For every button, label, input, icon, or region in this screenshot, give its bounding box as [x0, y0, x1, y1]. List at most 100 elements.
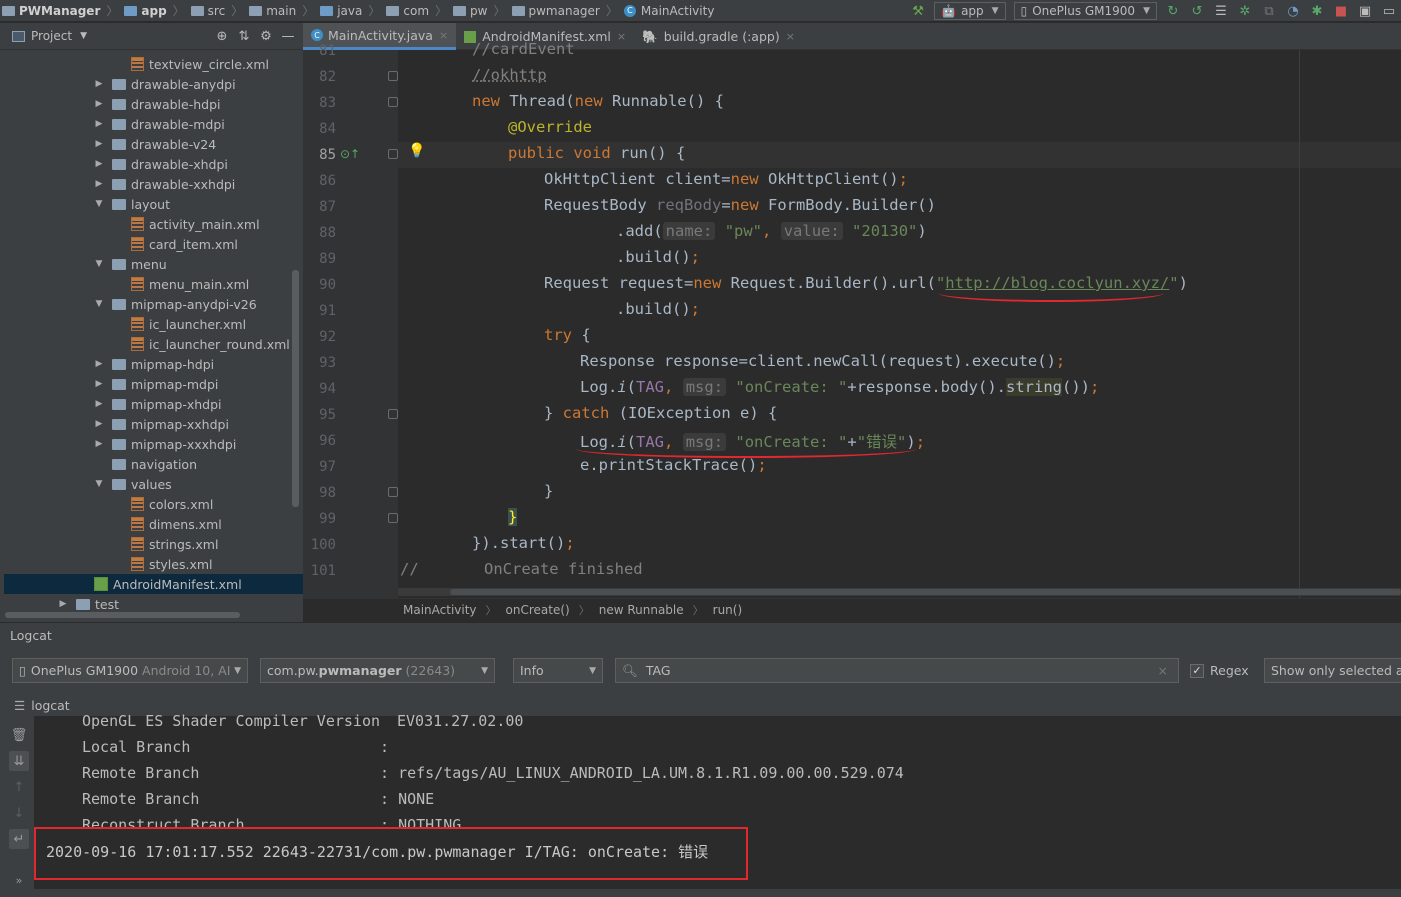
- crumb-com[interactable]: com 〉: [384, 2, 451, 19]
- tree-file-item[interactable]: strings.xml: [4, 534, 303, 554]
- chevron-right-icon[interactable]: ▶: [94, 119, 104, 129]
- tree-file-item[interactable]: dimens.xml: [4, 514, 303, 534]
- tree-folder-item[interactable]: ▶ drawable-anydpi: [4, 74, 303, 94]
- chevron-right-icon[interactable]: ▶: [94, 419, 104, 429]
- device-dropdown[interactable]: ▯ OnePlus GM1900 Android 10, AI ▼: [12, 658, 248, 683]
- chevron-right-icon[interactable]: ▶: [94, 379, 104, 389]
- arrow-up-icon[interactable]: ↑: [9, 777, 29, 797]
- tree-vertical-scrollbar[interactable]: [292, 270, 299, 507]
- debug-icon[interactable]: ✲: [1235, 2, 1255, 20]
- chevron-right-icon[interactable]: ▶: [94, 99, 104, 109]
- close-icon[interactable]: ×: [617, 30, 626, 43]
- crumb-src[interactable]: src 〉: [189, 2, 248, 19]
- show-only-selected-dropdown[interactable]: Show only selected ap: [1264, 658, 1401, 683]
- tree-file-item[interactable]: colors.xml: [4, 494, 303, 514]
- crumb-class[interactable]: C MainActivity: [622, 4, 719, 18]
- hide-icon[interactable]: —: [277, 29, 299, 44]
- tree-file-item[interactable]: ic_launcher_round.xml: [4, 334, 303, 354]
- tab-build-gradle[interactable]: 🐘 build.gradle (:app) ×: [634, 23, 803, 50]
- close-icon[interactable]: ×: [439, 29, 448, 42]
- tree-folder-item[interactable]: ▶ mipmap-xxxhdpi: [4, 434, 303, 454]
- close-icon[interactable]: ×: [786, 30, 795, 43]
- tree-folder-item[interactable]: ▶ drawable-xxhdpi: [4, 174, 303, 194]
- rerun-icon[interactable]: ✱: [1307, 2, 1327, 20]
- chevron-right-icon[interactable]: ▶: [94, 359, 104, 369]
- tree-file-item[interactable]: activity_main.xml: [4, 214, 303, 234]
- tree-folder-item[interactable]: ▶ test: [4, 594, 303, 614]
- more-icon[interactable]: »: [9, 870, 29, 890]
- tree-folder-item[interactable]: ▶ drawable-v24: [4, 134, 303, 154]
- tree-folder-item[interactable]: ▶ mipmap-hdpi: [4, 354, 303, 374]
- crumb-project[interactable]: PWManager 〉: [0, 2, 122, 19]
- process-dropdown[interactable]: com.pw. pwmanager (22643) ▼: [260, 658, 495, 683]
- tree-folder-item[interactable]: ▶ mipmap-xhdpi: [4, 394, 303, 414]
- fold-marker-icon[interactable]: [388, 149, 398, 159]
- fold-marker-icon[interactable]: [388, 487, 398, 497]
- tree-file-item[interactable]: styles.xml: [4, 554, 303, 574]
- sdk-manager-icon[interactable]: ▭: [1379, 2, 1399, 20]
- device-select[interactable]: ▯ OnePlus GM1900 ▼: [1013, 2, 1157, 20]
- profiler-icon[interactable]: ◔: [1283, 2, 1303, 20]
- locate-file-icon[interactable]: ⊕: [211, 29, 233, 44]
- chevron-right-icon[interactable]: ▶: [94, 159, 104, 169]
- tree-folder-item[interactable]: ▶ drawable-mdpi: [4, 114, 303, 134]
- scroll-to-end-icon[interactable]: ⇊: [9, 751, 29, 771]
- attach-debugger-icon[interactable]: ⧉: [1259, 2, 1279, 20]
- crumb-main[interactable]: main 〉: [247, 2, 318, 19]
- chevron-right-icon[interactable]: ▶: [94, 439, 104, 449]
- override-marker-icon[interactable]: ⊙↑: [340, 147, 360, 161]
- crumb-java[interactable]: java 〉: [318, 2, 384, 19]
- tree-file-item[interactable]: ic_launcher.xml: [4, 314, 303, 334]
- tree-folder-item[interactable]: ▶ mipmap-xxhdpi: [4, 414, 303, 434]
- code-editor[interactable]: [303, 50, 1401, 598]
- chevron-down-icon[interactable]: ▼: [94, 479, 104, 489]
- apply-code-changes-icon[interactable]: ↺: [1187, 2, 1207, 20]
- stop-icon[interactable]: ■: [1331, 2, 1351, 20]
- tree-file-item[interactable]: AndroidManifest.xml: [4, 574, 303, 594]
- crumb-method[interactable]: onCreate(): [506, 603, 570, 617]
- fold-marker-icon[interactable]: [388, 97, 398, 107]
- crumb-pwmanager[interactable]: pwmanager 〉: [510, 2, 622, 19]
- tree-folder-item[interactable]: ▶ drawable-hdpi: [4, 94, 303, 114]
- chevron-right-icon[interactable]: ▶: [94, 79, 104, 89]
- chevron-right-icon[interactable]: ▶: [94, 179, 104, 189]
- tree-folder-item[interactable]: ▶ mipmap-mdpi: [4, 374, 303, 394]
- chevron-down-icon[interactable]: ▼: [94, 259, 104, 269]
- gear-icon[interactable]: ⚙: [255, 29, 277, 44]
- run-config-select[interactable]: 🤖 app ▼: [934, 2, 1006, 20]
- fold-marker-icon[interactable]: [388, 409, 398, 419]
- coverage-icon[interactable]: ☰: [1211, 2, 1231, 20]
- crumb-anon-class[interactable]: new Runnable: [599, 603, 684, 617]
- chevron-right-icon[interactable]: ▶: [94, 139, 104, 149]
- tree-folder-item[interactable]: ▼ values: [4, 474, 303, 494]
- soft-wrap-icon[interactable]: ↵: [9, 829, 29, 849]
- collapse-all-icon[interactable]: ⇅: [233, 29, 255, 44]
- clear-icon[interactable]: ×: [1158, 663, 1168, 678]
- search-input[interactable]: 🔍︎ TAG ×: [615, 658, 1179, 683]
- chevron-down-icon[interactable]: ▼: [94, 199, 104, 209]
- tree-horizontal-scrollbar[interactable]: [5, 612, 240, 618]
- tree-folder-item[interactable]: navigation: [4, 454, 303, 474]
- log-level-dropdown[interactable]: Info ▼: [513, 658, 603, 683]
- crumb-module[interactable]: app 〉: [122, 2, 188, 19]
- trash-icon[interactable]: 🗑: [9, 725, 29, 745]
- crumb-pw[interactable]: pw 〉: [451, 2, 509, 19]
- fold-marker-icon[interactable]: [388, 71, 398, 81]
- tree-file-item[interactable]: menu_main.xml: [4, 274, 303, 294]
- chevron-right-icon[interactable]: ▶: [58, 599, 68, 609]
- project-view-select[interactable]: Project ▼: [0, 29, 87, 43]
- crumb-class[interactable]: MainActivity: [403, 603, 477, 617]
- arrow-down-icon[interactable]: ↓: [9, 803, 29, 823]
- tree-folder-item[interactable]: ▼ mipmap-anydpi-v26: [4, 294, 303, 314]
- tree-file-item[interactable]: card_item.xml: [4, 234, 303, 254]
- tree-folder-item[interactable]: ▼ layout: [4, 194, 303, 214]
- chevron-right-icon[interactable]: ▶: [94, 399, 104, 409]
- hammer-icon[interactable]: ⚒: [908, 2, 928, 20]
- lightbulb-icon[interactable]: 💡: [408, 143, 425, 159]
- tree-folder-item[interactable]: ▼ menu: [4, 254, 303, 274]
- regex-checkbox[interactable]: ✓ Regex: [1190, 663, 1249, 678]
- tree-folder-item[interactable]: ▶ drawable-xhdpi: [4, 154, 303, 174]
- chevron-down-icon[interactable]: ▼: [94, 299, 104, 309]
- apply-changes-icon[interactable]: ↻: [1163, 2, 1183, 20]
- scrollbar-thumb[interactable]: [450, 589, 1401, 595]
